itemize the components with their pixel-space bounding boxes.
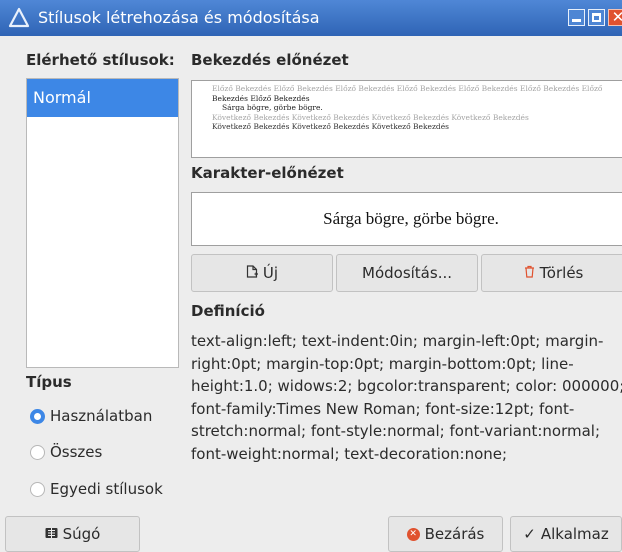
preview-sample-text: Sárga bögre, görbe bögre. (222, 103, 323, 112)
definition-label: Definíció (191, 302, 265, 320)
character-preview: Sárga bögre, görbe bögre. (191, 192, 622, 246)
apply-button[interactable]: ✓ Alkalmaz (510, 516, 622, 552)
radio-icon (30, 481, 45, 497)
minimize-button[interactable] (568, 9, 585, 26)
radio-custom-styles[interactable]: Egyedi stílusok (30, 478, 163, 500)
close-circle-icon: ✕ (406, 527, 420, 541)
preview-next-text: Következő Bekezdés Következő Bekezdés Kö… (212, 112, 529, 122)
help-button[interactable]: Súgó (5, 516, 140, 552)
new-document-icon (246, 264, 258, 282)
close-button[interactable]: ✕ Bezárás (388, 516, 503, 552)
radio-label: Használatban (50, 407, 153, 425)
list-item-style[interactable]: Normál (27, 79, 178, 117)
paragraph-preview: Előző Bekezdés Előző Bekezdés Előző Beke… (191, 80, 622, 158)
maximize-button[interactable] (588, 9, 605, 26)
preview-previous-text: Előző Bekezdés Előző Bekezdés Előző Beke… (212, 84, 603, 93)
radio-selected-icon (30, 408, 45, 424)
type-label: Típus (26, 373, 72, 391)
radio-label: Összes (50, 443, 103, 461)
radio-label: Egyedi stílusok (50, 480, 163, 498)
check-icon: ✓ (523, 525, 536, 543)
character-preview-label: Karakter-előnézet (191, 164, 344, 182)
preview-next-text: Következő Bekezdés Következő Bekezdés Kö… (212, 122, 450, 131)
help-icon (45, 525, 58, 543)
modify-style-label: Módosítás... (362, 264, 452, 282)
delete-style-label: Törlés (539, 264, 584, 282)
styles-list[interactable]: Normál (26, 78, 179, 368)
modify-style-button[interactable]: Módosítás... (336, 254, 478, 292)
title-bar[interactable]: Stílusok létrehozása és módosítása ✕ (0, 0, 622, 36)
trash-icon (524, 265, 535, 282)
radio-in-use[interactable]: Használatban (30, 405, 152, 427)
available-styles-label: Elérhető stílusok: (26, 51, 175, 69)
apply-label: Alkalmaz (540, 525, 609, 543)
delete-style-button[interactable]: Törlés (481, 254, 622, 292)
paragraph-preview-label: Bekezdés előnézet (191, 51, 349, 69)
radio-icon (30, 444, 45, 460)
preview-previous-text: Bekezdés Előző Bekezdés (212, 93, 310, 103)
radio-all[interactable]: Összes (30, 441, 102, 463)
help-label: Súgó (62, 525, 101, 543)
definition-text: text-align:left; text-indent:0in; margin… (191, 332, 622, 463)
app-logo-icon (8, 7, 30, 28)
new-style-label: Új (262, 264, 279, 282)
window-title: Stílusok létrehozása és módosítása (38, 8, 320, 27)
close-window-button[interactable]: ✕ (608, 9, 622, 26)
close-label: Bezárás (424, 525, 485, 543)
new-style-button[interactable]: Új (191, 254, 333, 292)
